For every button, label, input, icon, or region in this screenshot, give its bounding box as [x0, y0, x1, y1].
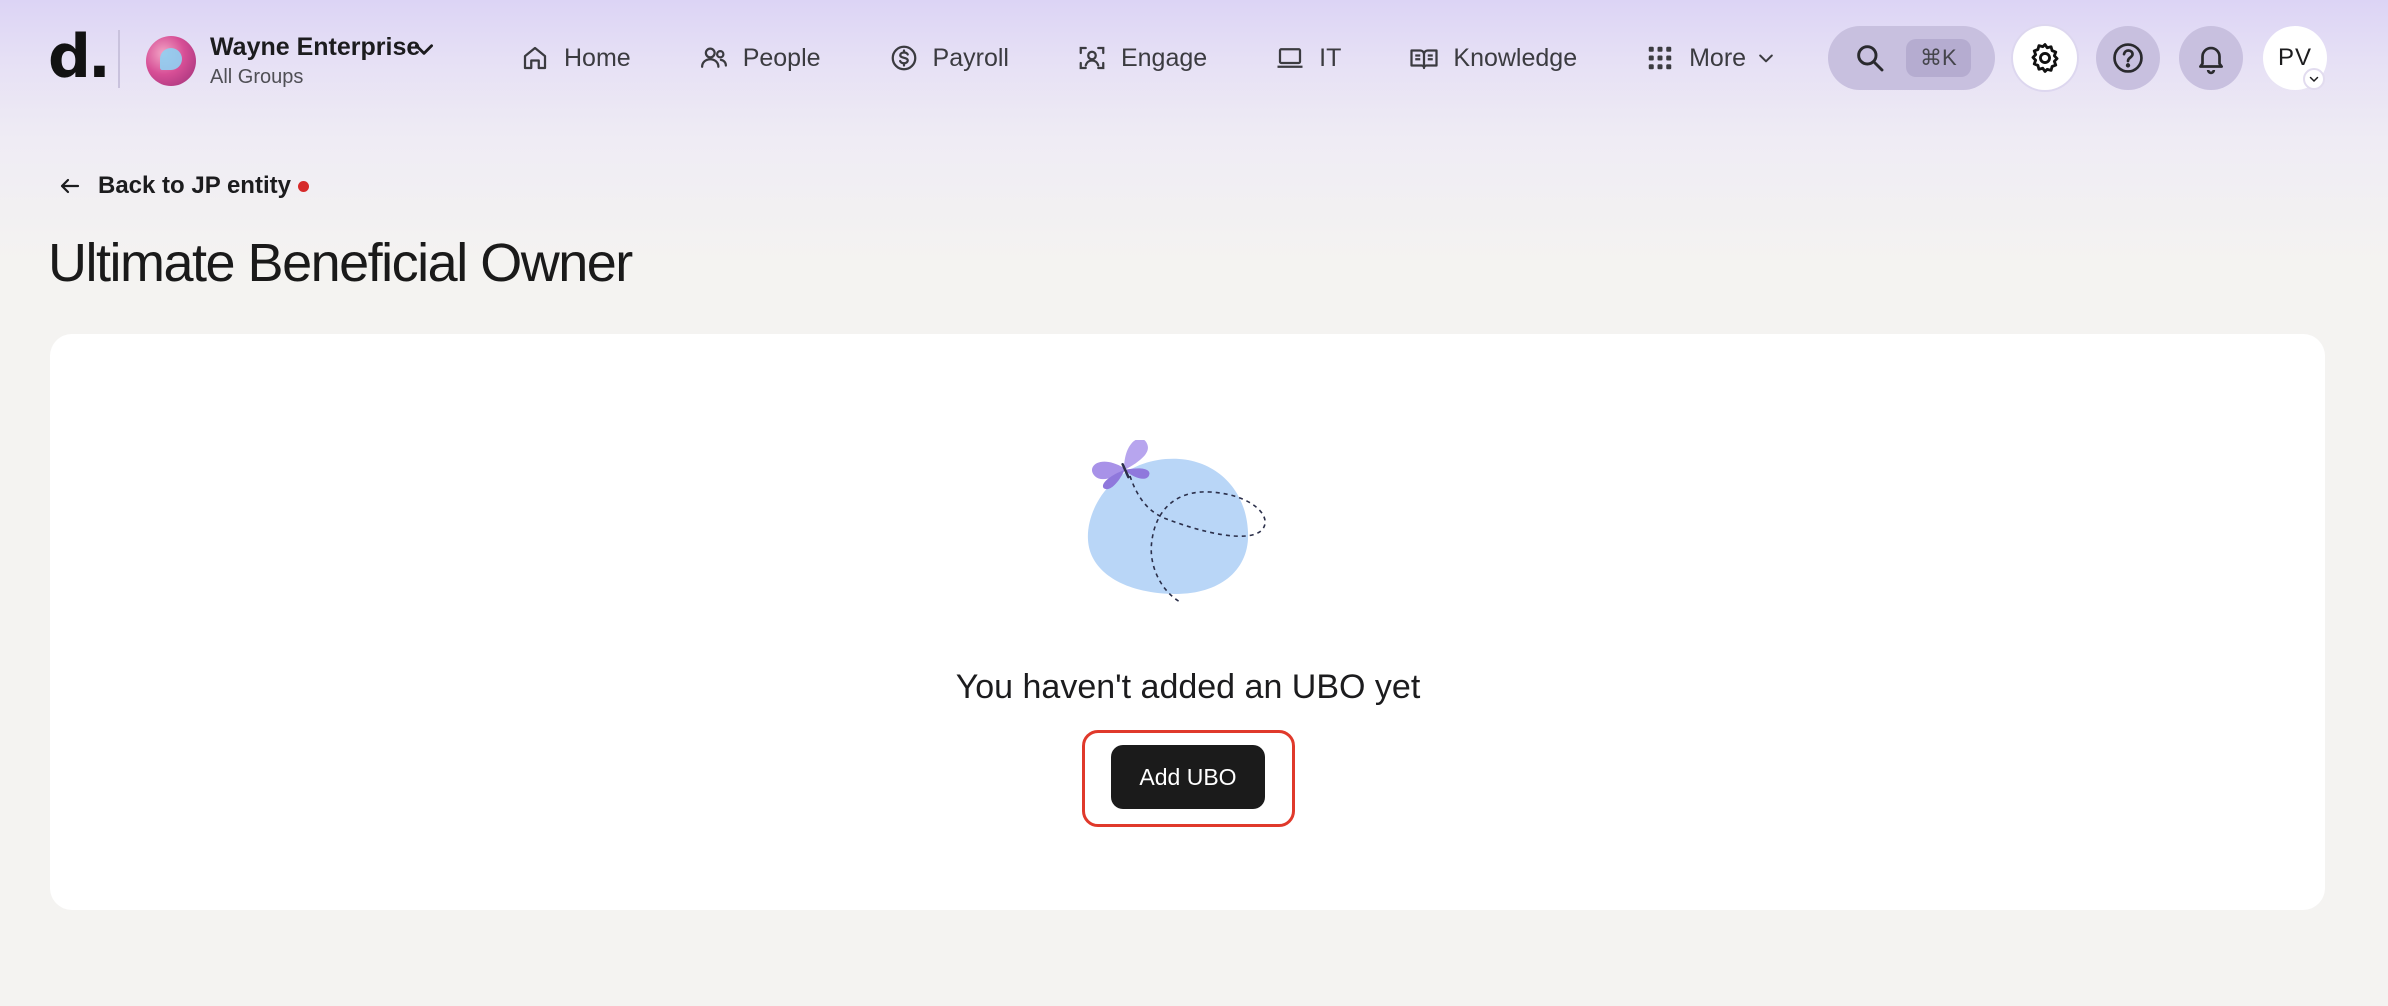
nav-item-engage[interactable]: Engage [1077, 30, 1207, 86]
chevron-down-icon [415, 44, 433, 55]
dollar-icon [891, 45, 916, 71]
bell-icon [2199, 46, 2223, 75]
nav-label: Payroll [932, 43, 1009, 72]
laptop-icon [1277, 48, 1303, 68]
help-icon [2113, 43, 2143, 73]
nav-item-home[interactable]: Home [520, 30, 631, 86]
search-shortcut: ⌘K [1906, 39, 1971, 77]
settings-button[interactable] [2013, 26, 2077, 90]
nav-label: More [1689, 43, 1747, 72]
org-subtitle: All Groups [210, 66, 304, 88]
help-button[interactable] [2096, 26, 2160, 90]
gear-icon [2031, 43, 2059, 73]
page-title: Ultimate Beneficial Owner [48, 233, 633, 293]
butterfly-illustration [1087, 440, 1266, 603]
search-button[interactable]: ⌘K [1828, 26, 1995, 90]
nav-item-it[interactable]: IT [1275, 30, 1341, 86]
avatar-menu-badge[interactable] [2303, 68, 2325, 90]
grid-icon [1648, 46, 1672, 70]
main-nav: Home People Payroll Engage IT Knowledge … [520, 30, 1844, 86]
nav-item-knowledge[interactable]: Knowledge [1409, 30, 1577, 86]
nav-label: Knowledge [1453, 43, 1578, 72]
nav-label: Engage [1120, 43, 1208, 72]
nav-item-people[interactable]: People [699, 30, 821, 86]
org-name: Wayne Enterprise [210, 33, 421, 61]
nav-label: People [742, 43, 821, 72]
empty-state-message: You haven't added an UBO yet [955, 668, 1421, 706]
app-logo[interactable]: d. [48, 22, 111, 92]
top-navigation-bar: d. Wayne Enterprise All Groups Home Peop… [0, 0, 2388, 116]
status-dot [298, 181, 309, 192]
chevron-down-icon [2309, 76, 2319, 83]
add-ubo-button[interactable]: Add UBO [1111, 745, 1265, 809]
org-avatar [146, 36, 196, 86]
arrow-left-icon [60, 178, 80, 194]
nav-label: IT [1319, 43, 1342, 72]
search-icon [1857, 45, 1884, 72]
engage-icon [1079, 46, 1105, 70]
back-link[interactable]: Back to JP entity [58, 168, 291, 204]
nav-label: Home [564, 43, 631, 72]
chevron-down-icon [1759, 54, 1773, 63]
book-icon [1410, 49, 1439, 70]
nav-item-payroll[interactable]: Payroll [889, 30, 1009, 86]
back-link-label: Back to JP entity [98, 172, 291, 199]
people-icon [700, 47, 727, 68]
nav-item-more[interactable]: More [1645, 30, 1776, 86]
notifications-button[interactable] [2179, 26, 2243, 90]
org-switcher[interactable]: Wayne Enterprise All Groups [146, 32, 433, 90]
home-icon [523, 46, 547, 70]
org-text: Wayne Enterprise All Groups [210, 32, 420, 90]
logo-divider [118, 30, 120, 88]
